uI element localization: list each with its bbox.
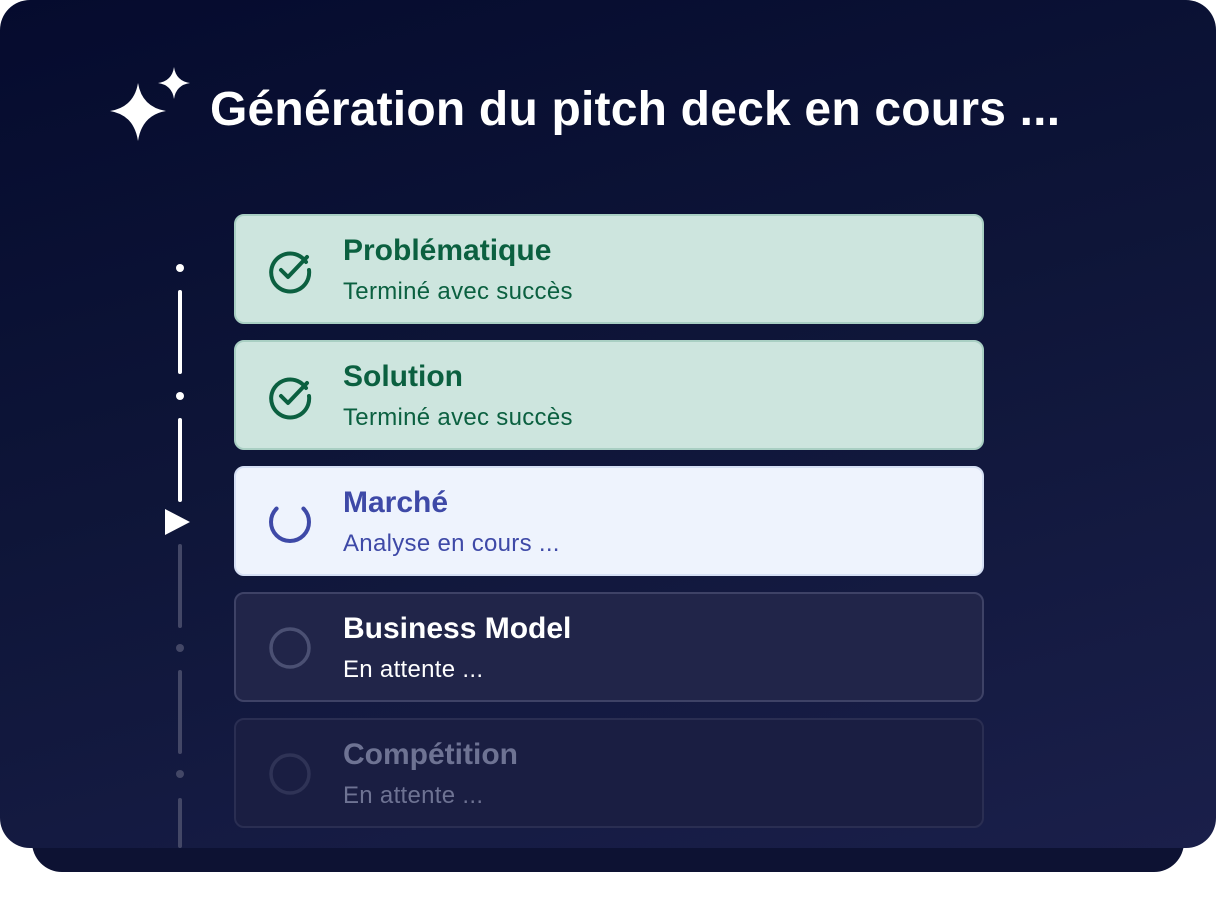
timeline-dot (176, 644, 184, 652)
timeline-line (178, 418, 182, 502)
step-problematique: Problématique Terminé avec succès (234, 214, 984, 324)
step-business-model: Business Model En attente ... (234, 592, 984, 702)
step-title: Compétition (343, 738, 518, 771)
timeline-dot (176, 770, 184, 778)
progress-timeline (150, 200, 210, 848)
step-status: En attente ... (343, 656, 484, 683)
step-title: Business Model (343, 612, 572, 645)
check-circle-icon (269, 377, 312, 420)
page-title: Génération du pitch deck en cours ... (210, 82, 1061, 136)
step-competition: Compétition En attente ... (234, 718, 984, 828)
step-title: Problématique (343, 234, 552, 267)
generation-panel: Génération du pitch deck en cours ... Pr… (0, 0, 1216, 848)
step-status: En attente ... (343, 782, 484, 809)
timeline-line (178, 544, 182, 628)
step-status: Analyse en cours ... (343, 530, 560, 557)
step-title: Solution (343, 360, 463, 393)
current-step-marker (165, 509, 190, 535)
step-marche: Marché Analyse en cours ... (234, 466, 984, 576)
timeline-line (178, 290, 182, 374)
empty-circle-icon (269, 627, 311, 669)
check-circle-icon (269, 251, 312, 294)
stage: Génération du pitch deck en cours ... Pr… (0, 0, 1216, 912)
sparkle-icon (110, 67, 190, 141)
step-status: Terminé avec succès (343, 278, 573, 305)
timeline-dot (176, 392, 184, 400)
timeline-dot (176, 264, 184, 272)
spinner-icon (269, 506, 311, 543)
step-status: Terminé avec succès (343, 404, 573, 431)
empty-circle-icon (269, 753, 311, 795)
timeline-line (178, 798, 182, 848)
step-solution: Solution Terminé avec succès (234, 340, 984, 450)
step-title: Marché (343, 486, 449, 519)
timeline-line (178, 670, 182, 754)
header: Génération du pitch deck en cours ... (108, 64, 1060, 154)
